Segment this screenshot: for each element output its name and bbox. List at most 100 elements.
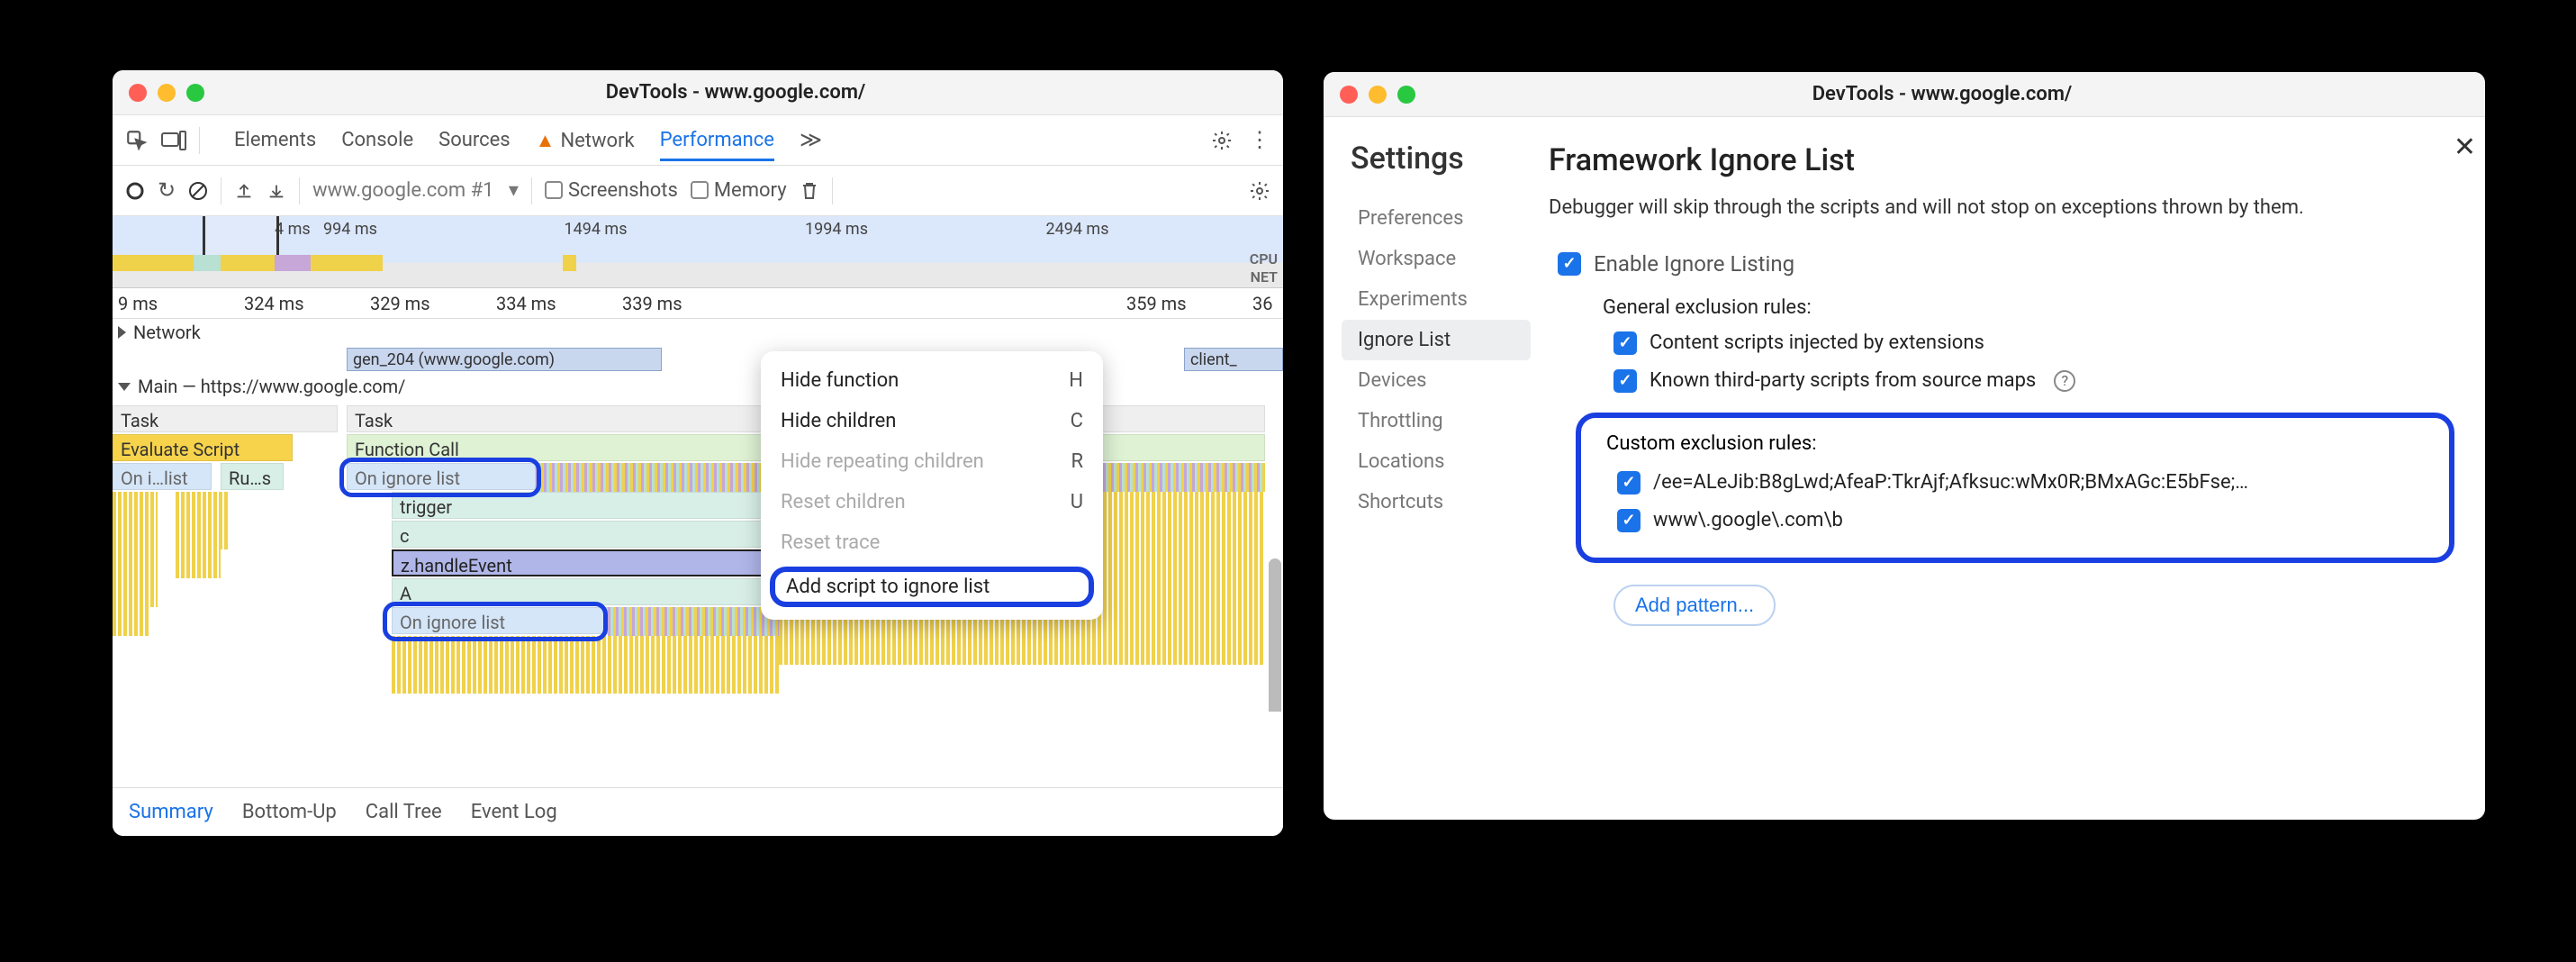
collect-garbage-icon[interactable] (800, 180, 819, 202)
tab-elements[interactable]: Elements (234, 129, 316, 151)
window-title: DevTools - www.google.com/ (204, 81, 1267, 104)
vertical-scrollbar[interactable] (1269, 558, 1281, 712)
reload-record-icon[interactable]: ↻ (158, 177, 176, 204)
tab-performance[interactable]: Performance (660, 129, 774, 161)
upload-icon[interactable] (234, 181, 254, 201)
ctx-hide-children[interactable]: Hide children C (761, 401, 1103, 441)
ctx-hide-function[interactable]: Hide function H (761, 360, 1103, 401)
checkbox-checked-icon: ✓ (1558, 252, 1581, 276)
performance-toolbar: ↻ www.google.com #1 ▾ Screenshots Memory (113, 166, 1283, 216)
main-track-label: Main — https://www.google.com/ (138, 376, 405, 397)
sidebar-item-experiments[interactable]: Experiments (1351, 279, 1549, 320)
rule-third-party-checkbox[interactable]: ✓ Known third-party scripts from source … (1549, 362, 2454, 400)
recording-selector[interactable]: www.google.com #1 ▾ (312, 179, 519, 202)
minimize-window-button[interactable] (1369, 86, 1387, 104)
flame-on-ignore-list[interactable]: On i…list (113, 463, 212, 490)
overview-cpu-label: CPU (1250, 250, 1278, 268)
flame-entry[interactable]: A (392, 578, 779, 605)
flame-entry[interactable]: trigger (392, 492, 779, 519)
kebab-menu-icon[interactable]: ⋮ (1249, 127, 1270, 153)
gear-icon[interactable] (1211, 130, 1233, 151)
panel-tabs: Elements Console Sources ▲Network Perfor… (113, 115, 1283, 166)
download-icon[interactable] (267, 181, 286, 201)
flame-context-menu: Hide function H Hide children C Hide rep… (761, 351, 1103, 620)
page-description: Debugger will skip through the scripts a… (1549, 195, 2454, 222)
flame-selected-entry[interactable]: z.handleEvent (392, 549, 779, 576)
flame-task[interactable]: Task (113, 405, 338, 432)
checkbox-checked-icon: ✓ (1613, 331, 1637, 355)
screenshots-checkbox[interactable]: Screenshots (545, 179, 678, 202)
ctx-reset-trace: Reset trace (761, 522, 1103, 563)
window-controls (1340, 86, 1415, 104)
flame-on-ignore-list[interactable]: On ignore list (392, 607, 608, 634)
network-track-label: Network (133, 322, 201, 343)
close-icon[interactable]: ✕ (2454, 132, 2476, 163)
record-icon[interactable] (125, 181, 145, 201)
devtools-settings-window: DevTools - www.google.com/ Settings Pref… (1324, 72, 2485, 820)
zoom-window-button[interactable] (186, 84, 204, 102)
window-title: DevTools - www.google.com/ (1415, 83, 2469, 105)
checkbox-checked-icon: ✓ (1617, 471, 1641, 495)
ctx-hide-repeating: Hide repeating children R (761, 441, 1103, 482)
tab-sources[interactable]: Sources (438, 129, 511, 151)
close-window-button[interactable] (129, 84, 147, 102)
capture-settings-gear-icon[interactable] (1249, 180, 1270, 202)
devtools-performance-window: DevTools - www.google.com/ Elements Cons… (113, 70, 1283, 836)
sidebar-item-shortcuts[interactable]: Shortcuts (1351, 482, 1549, 522)
flamechart-area[interactable]: 9 ms 324 ms 329 ms 334 ms 339 ms 359 ms … (113, 288, 1283, 712)
ctx-add-to-ignore-list[interactable]: Add script to ignore list (770, 567, 1094, 607)
rule-content-scripts-checkbox[interactable]: ✓ Content scripts injected by extensions (1549, 324, 2454, 362)
add-pattern-button[interactable]: Add pattern... (1613, 585, 1776, 626)
enable-ignore-listing-checkbox[interactable]: ✓ Enable Ignore Listing (1549, 244, 2454, 284)
sidebar-item-ignore-list[interactable]: Ignore List (1342, 320, 1531, 360)
custom-rule-1-checkbox[interactable]: ✓ /ee=ALeJib:B8gLwd;AfeaP:TkrAjf;Afksuc:… (1603, 464, 2427, 502)
overview-tick: 1994 ms (801, 220, 1043, 239)
tab-console[interactable]: Console (341, 129, 413, 151)
custom-rules-label: Custom exclusion rules: (1603, 432, 2427, 455)
tab-bottom-up[interactable]: Bottom-Up (242, 801, 337, 823)
overview-tick: 994 ms (320, 220, 561, 239)
flame-entry[interactable]: Ru…s (221, 463, 284, 490)
clear-icon[interactable] (188, 181, 208, 201)
network-track-header[interactable]: Network (113, 319, 1283, 346)
network-request-bar[interactable]: client_ (1184, 348, 1283, 371)
more-tabs-icon[interactable]: ≫ (800, 127, 822, 153)
settings-sidebar: Settings Preferences Workspace Experimen… (1324, 117, 1549, 820)
overview-tick: 1494 ms (561, 220, 802, 239)
close-window-button[interactable] (1340, 86, 1358, 104)
checkbox-checked-icon: ✓ (1613, 369, 1637, 393)
main-track-header[interactable]: Main — https://www.google.com/ (113, 373, 1283, 400)
sidebar-item-throttling[interactable]: Throttling (1351, 401, 1549, 441)
warning-icon: ▲ (536, 130, 556, 152)
sidebar-item-preferences[interactable]: Preferences (1351, 198, 1549, 239)
tab-call-tree[interactable]: Call Tree (366, 801, 442, 823)
flame-entry[interactable]: c (392, 521, 779, 548)
collapse-arrow-icon (118, 383, 131, 391)
timeline-overview[interactable]: 4 ms 994 ms 1494 ms 1994 ms 2494 ms CPU … (113, 216, 1283, 288)
zoom-window-button[interactable] (1397, 86, 1415, 104)
settings-main: ✕ Framework Ignore List Debugger will sk… (1549, 117, 2485, 820)
flame-on-ignore-list[interactable]: On ignore list (347, 463, 536, 490)
tab-event-log[interactable]: Event Log (471, 801, 557, 823)
network-request-bar[interactable]: gen_204 (www.google.com) (347, 348, 662, 371)
custom-rule-2-checkbox[interactable]: ✓ www\.google\.com\b (1603, 502, 2427, 540)
minimize-window-button[interactable] (158, 84, 176, 102)
sidebar-item-workspace[interactable]: Workspace (1351, 239, 1549, 279)
settings-heading: Settings (1351, 141, 1549, 177)
device-toolbar-icon[interactable] (161, 131, 186, 150)
window-controls (129, 84, 204, 102)
expand-arrow-icon (118, 326, 126, 339)
general-rules-label: General exclusion rules: (1549, 284, 2454, 324)
tab-summary[interactable]: Summary (129, 801, 213, 823)
checkbox-checked-icon: ✓ (1617, 509, 1641, 532)
time-ruler: 9 ms 324 ms 329 ms 334 ms 339 ms 359 ms … (113, 288, 1283, 319)
inspect-element-icon[interactable] (125, 129, 149, 152)
tab-network[interactable]: ▲Network (536, 129, 635, 152)
sidebar-item-locations[interactable]: Locations (1351, 441, 1549, 482)
flame-evaluate-script[interactable]: Evaluate Script (113, 434, 293, 461)
memory-checkbox[interactable]: Memory (691, 179, 787, 202)
overview-flame (113, 255, 1283, 271)
overview-tick: 2494 ms (1043, 220, 1284, 239)
help-icon[interactable]: ? (2054, 370, 2075, 392)
sidebar-item-devices[interactable]: Devices (1351, 360, 1549, 401)
